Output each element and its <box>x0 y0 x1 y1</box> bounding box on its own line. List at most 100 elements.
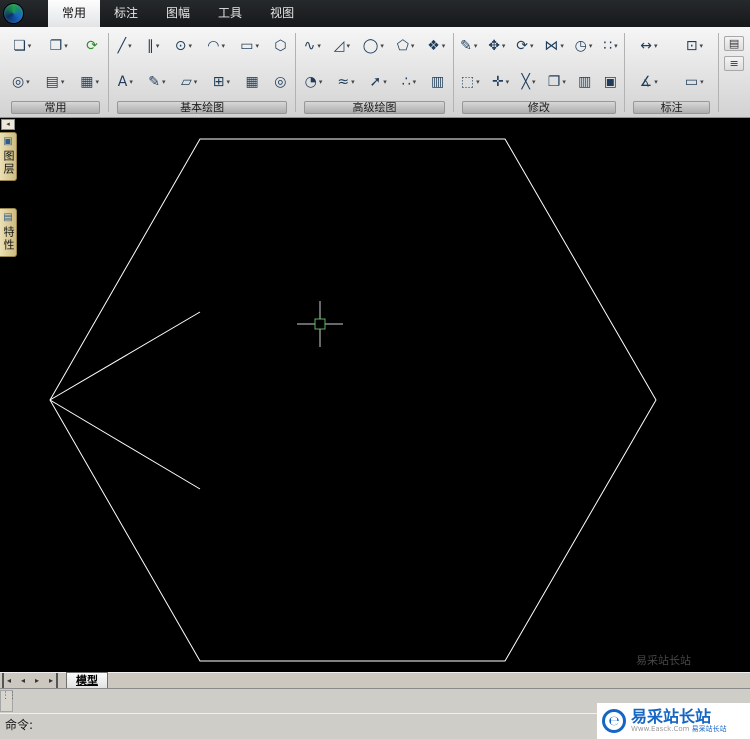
ribbon-group-label-modify[interactable]: 修改 <box>461 101 617 114</box>
sheet-button[interactable]: ▤ <box>42 71 69 93</box>
table-button[interactable]: ⊞ <box>209 71 234 93</box>
rotate-icon: ⟳ <box>516 38 528 55</box>
grip-icon[interactable] <box>0 690 13 712</box>
command-window[interactable]: 命令: ℮ 易采站长站 Www.Easck.Com 易采站长站 <box>0 689 750 739</box>
table-icon: ⊞ <box>212 73 225 90</box>
group-divider <box>295 33 297 112</box>
ribbon: ❏ ❐ ⟳ ◎ ▤ ▦ 常用 ╱ ∥ ⊙ ◠ ▭ <box>0 27 750 118</box>
command-prompt[interactable]: 命令: <box>5 716 33 733</box>
region-button[interactable]: ▥ <box>427 71 448 93</box>
explode-button[interactable]: ▣ <box>600 71 621 93</box>
zoom-button[interactable]: ◎ <box>8 71 34 93</box>
array-icon: ∷ <box>603 38 613 55</box>
pentagon-button[interactable]: ⬠ <box>393 35 419 57</box>
leader-dim-icon: ⊡ <box>685 38 698 55</box>
linear-dim-icon: ↔ <box>640 38 652 55</box>
polygon-button[interactable]: ⬡ <box>270 35 290 57</box>
offset-button[interactable]: ◷ <box>571 35 597 57</box>
hatch-icon: ▦ <box>245 73 259 90</box>
hexagon-shape[interactable] <box>49 138 657 662</box>
stretch-icon: ⬚ <box>460 73 475 90</box>
spline-button[interactable]: ∿ <box>300 35 325 57</box>
fillet-button[interactable]: ▥ <box>574 71 595 93</box>
leader-button[interactable]: ➚ <box>366 71 391 93</box>
text-dim-icon: ▭ <box>684 73 699 90</box>
menu-tab-view[interactable]: 视图 <box>256 0 308 27</box>
menu-tab-drawing-frame[interactable]: 图幅 <box>152 0 204 27</box>
extend-button[interactable]: ✛ <box>488 71 513 93</box>
mirror-button[interactable]: ⋈ <box>540 35 568 57</box>
first-sheet-button[interactable]: ◂ <box>2 673 16 688</box>
next-sheet-button[interactable]: ▸ <box>30 673 44 688</box>
panel-toggle-button[interactable]: ▤ <box>723 36 745 51</box>
erase-button[interactable]: ✎ <box>456 35 481 57</box>
ribbon-group-label-advanced-draw[interactable]: 高级绘图 <box>304 101 445 114</box>
wave-button[interactable]: ≈ <box>333 71 358 93</box>
leader-dim-button[interactable]: ⊡ <box>682 35 707 57</box>
sketch-button[interactable]: ✎ <box>144 71 169 93</box>
pencil-icon: ✎ <box>148 73 161 90</box>
model-tab[interactable]: 模型 <box>66 672 108 688</box>
watermark-text: 易采站长站 Www.Easck.Com 易采站长站 <box>631 708 727 733</box>
extend-icon: ✛ <box>491 73 504 90</box>
sidebar-tab-properties[interactable]: ▤ 特性 <box>0 208 17 257</box>
circle-button[interactable]: ⊙ <box>171 35 196 57</box>
sidebar-tab-layers[interactable]: ▣ 图层 <box>0 132 17 181</box>
triangle-button[interactable]: ◿ <box>330 35 354 57</box>
hatch-button[interactable]: ▦ <box>242 71 263 93</box>
pickbox <box>314 318 326 330</box>
upper-line[interactable] <box>49 311 201 401</box>
array-button[interactable]: ∷ <box>599 35 621 57</box>
stretch-button[interactable]: ⬚ <box>457 71 484 93</box>
ribbon-overflow-column: ▤ ≡ <box>720 28 748 117</box>
pentagon-icon: ⬠ <box>396 38 409 55</box>
ribbon-group-label-dimension[interactable]: 标注 <box>633 101 711 114</box>
lower-line[interactable] <box>49 399 201 490</box>
arc-button[interactable]: ◠ <box>203 35 229 57</box>
paste-button[interactable]: ❏ <box>9 35 35 57</box>
linear-dim-button[interactable]: ↔ <box>636 35 661 57</box>
block-button[interactable]: ❖ <box>423 35 449 57</box>
points-button[interactable]: ∴ <box>398 71 420 93</box>
group-divider <box>452 33 454 112</box>
last-sheet-button[interactable]: ▸ <box>44 673 58 688</box>
donut-icon: ◎ <box>274 73 287 90</box>
pie-button[interactable]: ◔ <box>301 71 327 93</box>
move-button[interactable]: ✥ <box>484 35 509 57</box>
parallel-button[interactable]: ∥ <box>143 35 164 57</box>
paste-icon: ❏ <box>13 38 26 55</box>
break-button[interactable]: ╳ <box>518 71 540 93</box>
grid-button[interactable]: ▦ <box>76 71 103 93</box>
ribbon-group-modify: ✎ ✥ ⟳ ⋈ ◷ ∷ ⬚ ✛ ╳ ❐ ▥ ▣ 修改 <box>455 28 623 117</box>
line-icon: ╱ <box>117 38 127 55</box>
refresh-button[interactable]: ⟳ <box>82 35 102 57</box>
menu-bar: 常用 标注 图幅 工具 视图 <box>0 0 750 27</box>
donut-button[interactable]: ◎ <box>270 71 290 93</box>
workspace: 易采站长站 ◂ ▣ 图层 ▤ 特性 <box>0 118 750 672</box>
ellipse-button[interactable]: ◯ <box>359 35 388 57</box>
menu-tab-common[interactable]: 常用 <box>48 0 101 27</box>
prev-sheet-button[interactable]: ◂ <box>16 673 30 688</box>
app-logo-icon[interactable] <box>3 3 24 24</box>
ribbon-group-label-common[interactable]: 常用 <box>11 101 101 114</box>
leader-icon: ➚ <box>369 73 382 90</box>
line-button[interactable]: ╱ <box>114 35 136 57</box>
menu-tab-tools[interactable]: 工具 <box>204 0 256 27</box>
sidebar-tab-layers-label: 图层 <box>2 150 15 176</box>
autohide-pin-icon[interactable]: ◂ <box>1 119 15 130</box>
text-button[interactable]: A <box>114 71 137 93</box>
parallelogram-button[interactable]: ▱ <box>177 71 201 93</box>
duplicate-button[interactable]: ❐ <box>544 71 570 93</box>
copy-button[interactable]: ❐ <box>46 35 72 57</box>
canvas-watermark: 易采站长站 <box>636 653 691 667</box>
ribbon-group-label-basic-draw[interactable]: 基本绘图 <box>117 101 288 114</box>
rotate-button[interactable]: ⟳ <box>512 35 537 57</box>
grid-icon: ▦ <box>80 73 94 90</box>
duplicate-icon: ❐ <box>547 73 561 90</box>
drawing-canvas[interactable]: 易采站长站 <box>0 118 750 672</box>
menu-tab-annotate[interactable]: 标注 <box>100 0 152 27</box>
rectangle-button[interactable]: ▭ <box>236 35 263 57</box>
text-dim-button[interactable]: ▭ <box>681 71 708 93</box>
menu-overflow-button[interactable]: ≡ <box>724 56 744 71</box>
angular-dim-button[interactable]: ∡ <box>636 71 662 93</box>
